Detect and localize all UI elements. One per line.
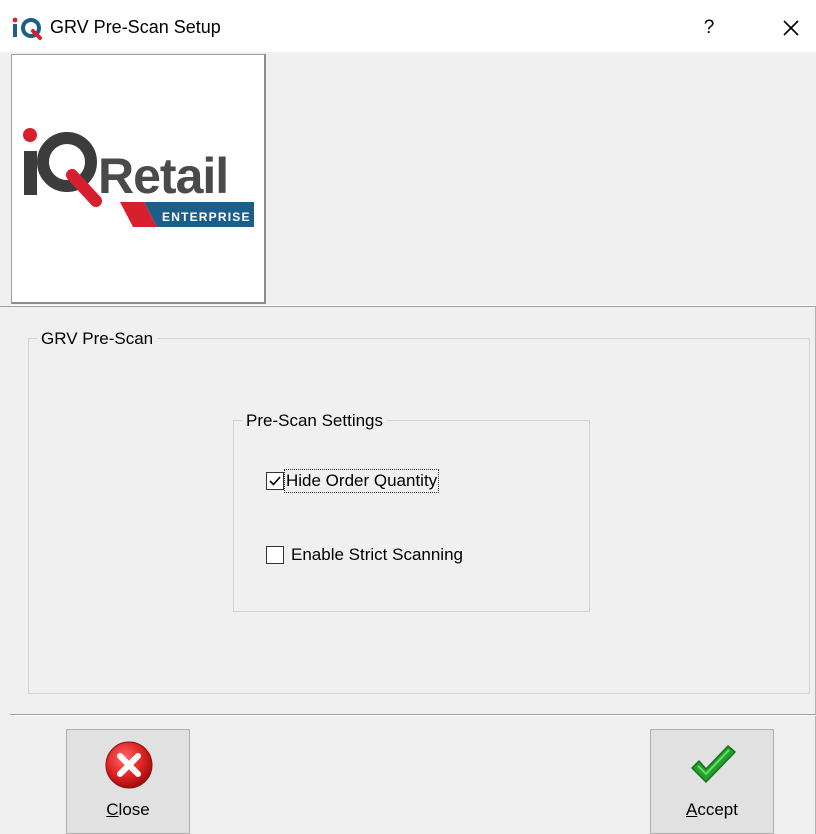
title-bar: GRV Pre-Scan Setup ? [0, 0, 816, 52]
dialog-window: GRV Pre-Scan Setup ? Retail ENTERPRISE G… [0, 0, 816, 834]
banner-separator [10, 305, 816, 306]
checkmark-icon [269, 476, 281, 486]
prescan-settings-group-label: Pre-Scan Settings [242, 411, 388, 431]
logo-panel: Retail ENTERPRISE [11, 54, 266, 304]
cancel-red-x-icon [105, 741, 153, 789]
close-button[interactable]: Close [66, 729, 190, 834]
window-title: GRV Pre-Scan Setup [50, 17, 221, 37]
enable-strict-scanning-option[interactable]: Enable Strict Scanning [266, 543, 463, 567]
accept-button-label: Accept [686, 800, 738, 819]
header-banner: Retail ENTERPRISE [0, 52, 816, 307]
svg-text:ENTERPRISE: ENTERPRISE [162, 210, 251, 224]
prescan-settings-group [233, 420, 590, 612]
close-icon[interactable] [760, 6, 816, 50]
grv-prescan-group-label: GRV Pre-Scan [37, 329, 158, 349]
help-button[interactable]: ? [674, 6, 744, 50]
enable-strict-scanning-checkbox[interactable] [266, 546, 284, 564]
iq-logo-icon [12, 17, 42, 40]
svg-text:Retail: Retail [98, 148, 228, 204]
close-button-label: Close [106, 800, 150, 819]
accept-button[interactable]: Accept [650, 729, 774, 834]
enable-strict-scanning-label[interactable]: Enable Strict Scanning [291, 545, 463, 565]
iq-retail-enterprise-logo: Retail ENTERPRISE [23, 128, 254, 227]
hide-order-quantity-label[interactable]: Hide Order Quantity [283, 469, 440, 493]
footer-separator [10, 714, 816, 716]
hide-order-quantity-checkbox[interactable] [266, 472, 284, 490]
hide-order-quantity-option[interactable]: Hide Order Quantity [266, 469, 440, 493]
green-checkmark-icon [691, 745, 736, 783]
